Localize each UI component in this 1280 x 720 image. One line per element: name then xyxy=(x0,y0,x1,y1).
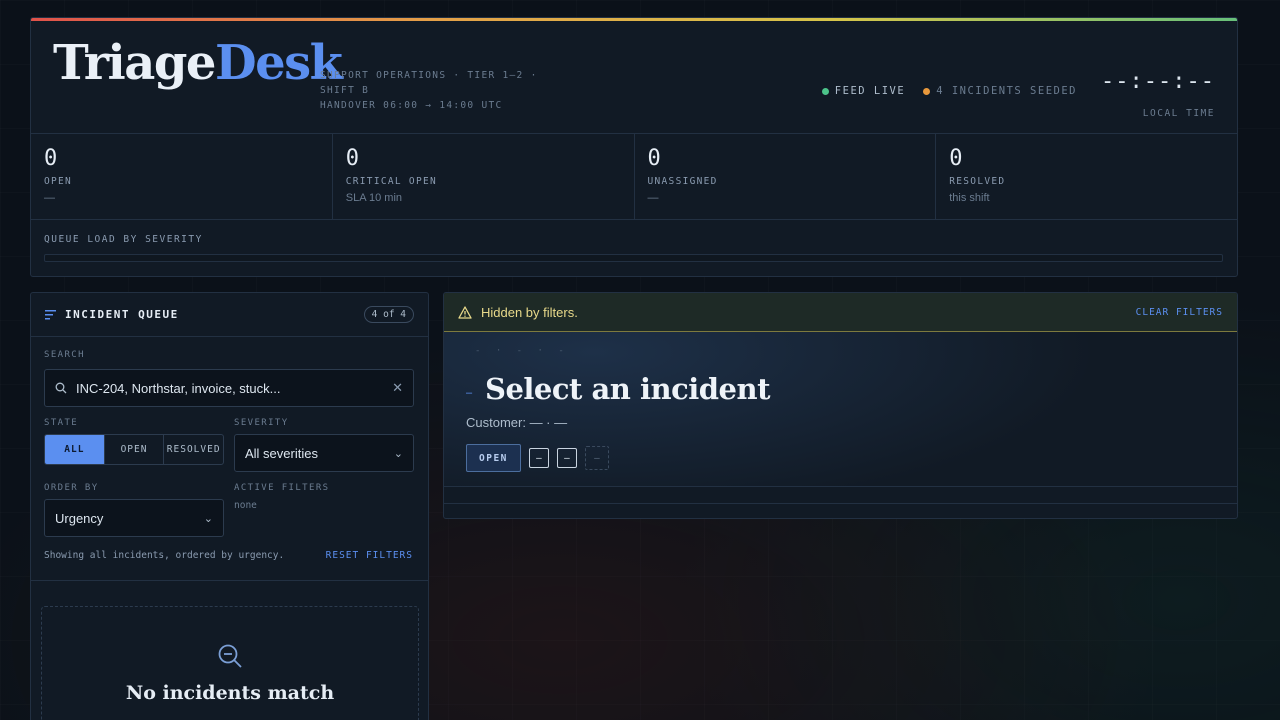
severity-badge: – xyxy=(528,448,549,468)
chevron-down-icon: ⌄ xyxy=(393,447,403,460)
stat-value: 0 xyxy=(345,146,359,171)
banner-message: Hidden by filters. xyxy=(481,304,578,320)
state-resolved-button[interactable]: RESOLVED xyxy=(164,435,223,464)
stat-sub: this shift xyxy=(949,192,990,204)
stat-sub: SLA 10 min xyxy=(345,192,403,204)
app-logo: TriageDesk xyxy=(53,35,343,91)
logo-part1: Triage xyxy=(53,35,216,91)
severity-select[interactable]: All severities ⌄ xyxy=(234,434,414,472)
tagline-line1: SUPPORT OPERATIONS · TIER 1–2 · xyxy=(320,70,538,81)
stat-resolved: 0 RESOLVED this shift xyxy=(936,134,1237,219)
state-segmented-control: ALL OPEN RESOLVED xyxy=(44,434,224,465)
queue-title: INCIDENT QUEUE xyxy=(45,308,179,321)
status-badge: OPEN xyxy=(466,444,521,472)
assignee-badge: – xyxy=(584,446,609,470)
filter-warning-banner: Hidden by filters. CLEAR FILTERS xyxy=(444,293,1237,332)
stat-open: 0 OPEN — xyxy=(31,134,333,219)
stats-row: 0 OPEN — 0 CRITICAL OPEN SLA 10 min 0 UN… xyxy=(31,134,1237,220)
queue-title-label: INCIDENT QUEUE xyxy=(65,308,179,321)
search-icon xyxy=(55,382,67,394)
queue-load-bar xyxy=(44,254,1223,262)
active-filters-value: none xyxy=(234,500,257,511)
severity-label: SEVERITY xyxy=(234,418,289,428)
state-label: STATE xyxy=(44,418,79,428)
clock-label: LOCAL TIME xyxy=(1142,108,1215,119)
active-filters-label: ACTIVE FILTERS xyxy=(234,483,330,493)
stat-label: UNASSIGNED xyxy=(647,176,718,187)
page-title: Select an incident xyxy=(485,372,770,406)
brand-row: TriageDesk SUPPORT OPERATIONS · TIER 1–2… xyxy=(31,21,1237,134)
order-by-label: ORDER BY xyxy=(44,483,99,493)
state-open-button[interactable]: OPEN xyxy=(105,435,165,464)
clear-search-icon[interactable]: ✕ xyxy=(392,380,403,396)
detail-body: - · - · - – Select an incident Customer:… xyxy=(444,332,1237,487)
search-label: SEARCH xyxy=(44,350,85,360)
seeded-dot-icon xyxy=(923,87,931,95)
stat-critical-open: 0 CRITICAL OPEN SLA 10 min xyxy=(333,134,635,219)
incident-detail-panel: Hidden by filters. CLEAR FILTERS - · - ·… xyxy=(443,292,1238,519)
tagline: SUPPORT OPERATIONS · TIER 1–2 · SHIFT B … xyxy=(320,68,560,113)
state-all-button[interactable]: ALL xyxy=(45,435,105,464)
severity-value: All severities xyxy=(245,445,318,461)
priority-badge: – xyxy=(556,448,577,468)
reset-filters-link[interactable]: RESET FILTERS xyxy=(326,550,413,561)
stat-label: RESOLVED xyxy=(949,176,1006,187)
queue-header: INCIDENT QUEUE 4 of 4 xyxy=(31,293,428,337)
stat-value: 0 xyxy=(647,146,661,171)
stat-label: OPEN xyxy=(44,176,73,187)
stat-label: CRITICAL OPEN xyxy=(345,176,438,187)
clock: --:--:-- xyxy=(1101,69,1215,94)
title-marker: – xyxy=(466,387,473,399)
filter-lines-icon xyxy=(45,309,56,319)
zoom-out-icon xyxy=(42,643,418,674)
search-value: INC-204, Northstar, invoice, stuck... xyxy=(76,380,281,396)
order-by-value: Urgency xyxy=(55,510,104,526)
chevron-down-icon: ⌄ xyxy=(203,512,213,525)
search-input[interactable]: INC-204, Northstar, invoice, stuck... ✕ xyxy=(44,369,414,407)
header-card: TriageDesk SUPPORT OPERATIONS · TIER 1–2… xyxy=(30,17,1238,277)
customer-line: Customer: — · — xyxy=(466,415,568,430)
empty-state: No incidents match xyxy=(41,606,419,720)
feed-status: FEED LIVE xyxy=(821,85,906,97)
queue-load-label: QUEUE LOAD BY SEVERITY xyxy=(44,234,203,245)
feed-status-label: FEED LIVE xyxy=(834,85,906,97)
queue-count-badge: 4 of 4 xyxy=(363,306,414,323)
tagline-line3: HANDOVER 06:00 → 14:00 UTC xyxy=(320,100,503,111)
showing-summary: Showing all incidents, ordered by urgenc… xyxy=(44,550,285,561)
clear-filters-link[interactable]: CLEAR FILTERS xyxy=(1136,307,1223,318)
tagline-line2: SHIFT B xyxy=(320,85,370,96)
divider xyxy=(31,580,428,581)
empty-state-title: No incidents match xyxy=(125,682,335,704)
status-indicators: FEED LIVE 4 INCIDENTS SEEDED xyxy=(821,85,1077,97)
divider xyxy=(444,503,1237,504)
seeded-status-label: 4 INCIDENTS SEEDED xyxy=(936,85,1077,97)
feed-live-dot-icon xyxy=(821,87,829,95)
stat-sub: — xyxy=(44,192,55,204)
warning-icon xyxy=(458,305,472,319)
stat-unassigned: 0 UNASSIGNED — xyxy=(635,134,937,219)
incident-queue-panel: INCIDENT QUEUE 4 of 4 SEARCH INC-204, No… xyxy=(30,292,429,720)
breadcrumb: - · - · - xyxy=(475,346,569,356)
seeded-status: 4 INCIDENTS SEEDED xyxy=(923,85,1077,97)
stat-sub: — xyxy=(647,192,659,204)
order-by-select[interactable]: Urgency ⌄ xyxy=(44,499,224,537)
stat-value: 0 xyxy=(949,146,963,171)
tag-row: OPEN – – – xyxy=(466,444,609,472)
stat-value: 0 xyxy=(44,146,58,171)
